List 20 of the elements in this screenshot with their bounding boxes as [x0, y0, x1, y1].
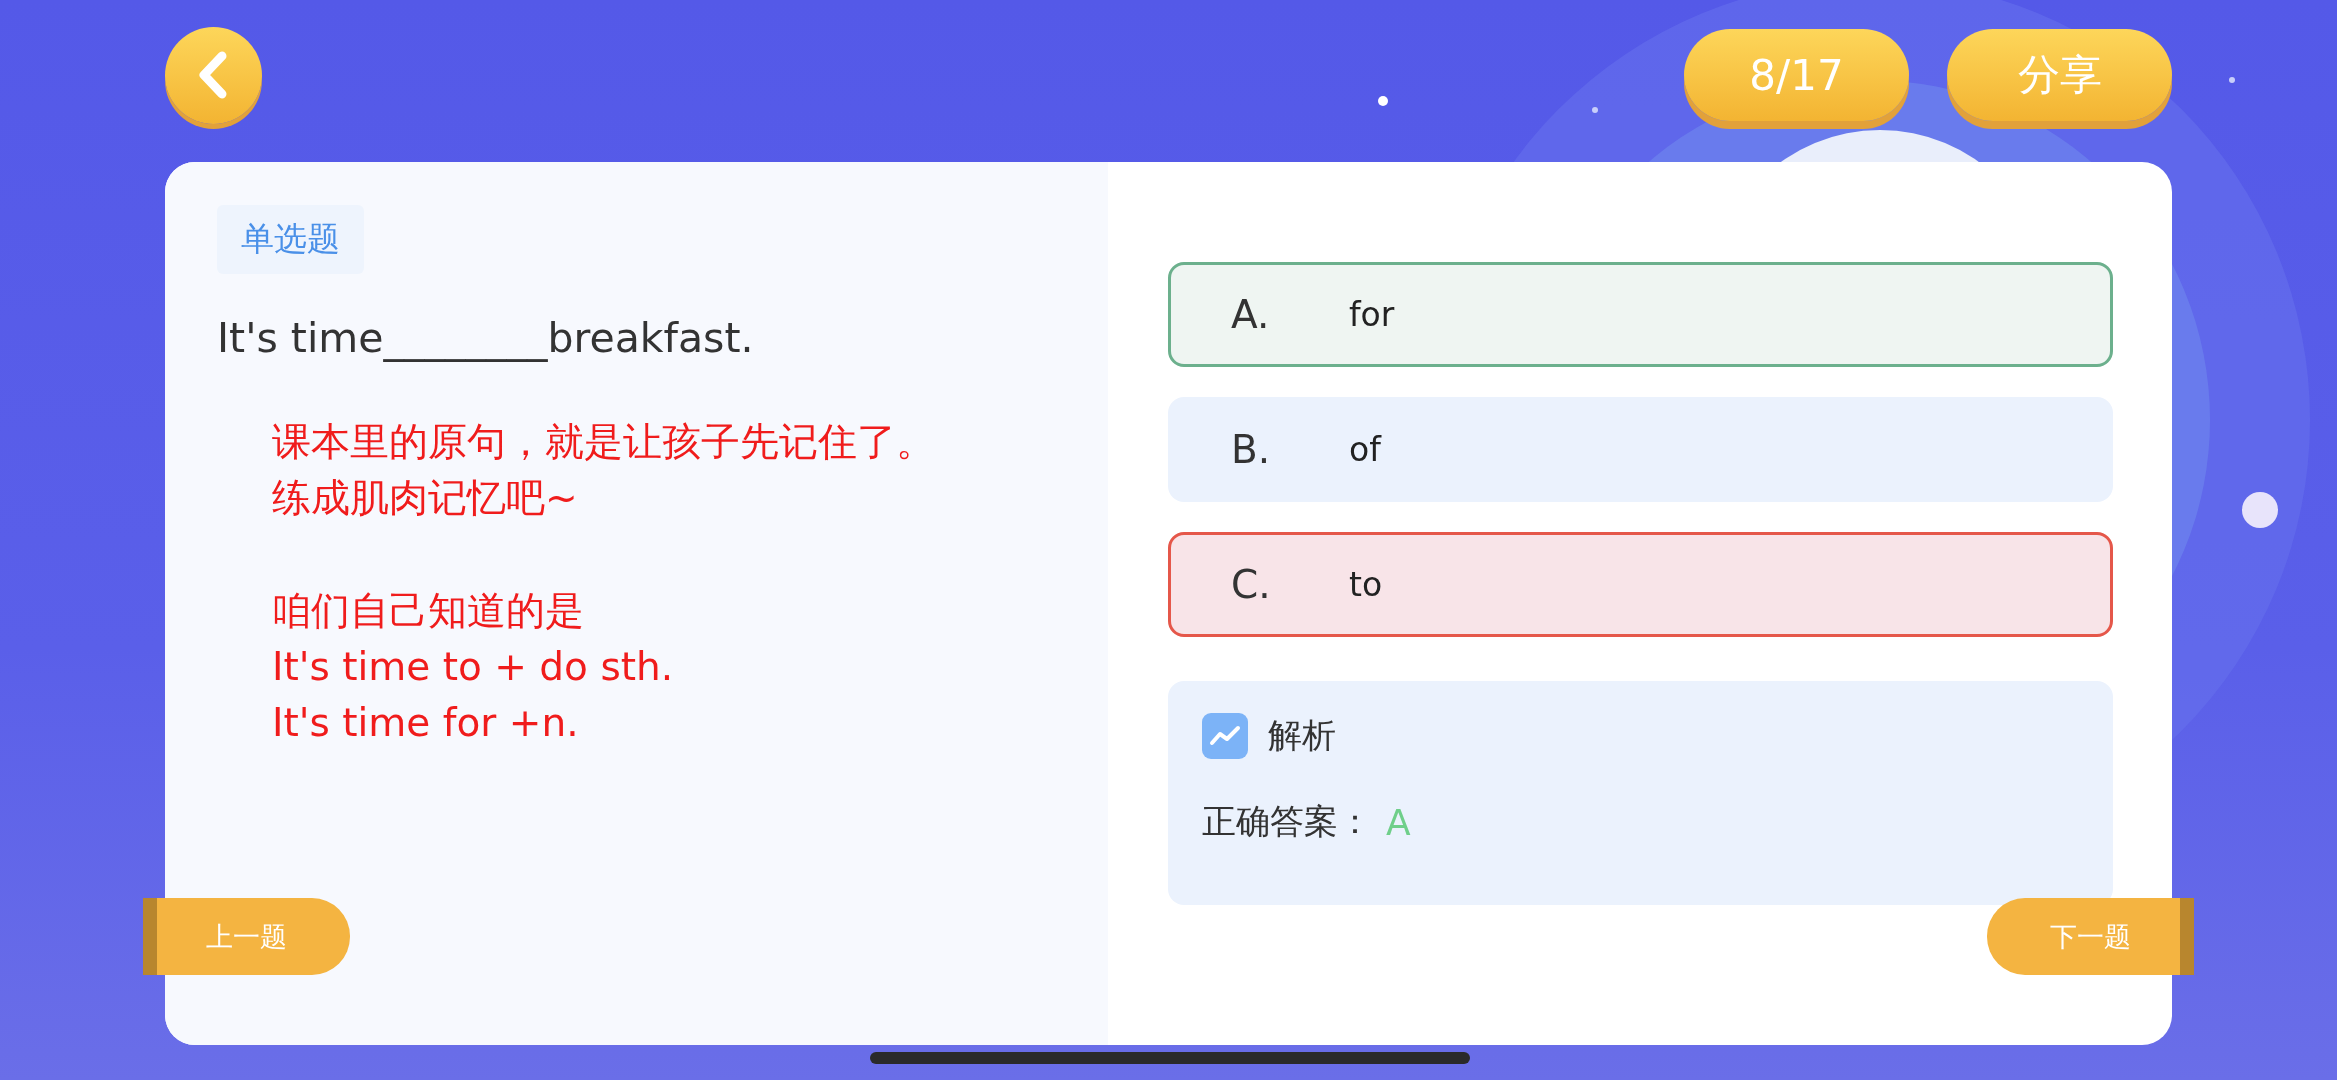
sparkle-dot — [1378, 96, 1388, 106]
question-text: It's time________breakfast. — [217, 314, 754, 362]
sparkle-dot — [2229, 77, 2235, 83]
next-button[interactable]: 下一题 — [1987, 898, 2194, 975]
chart-icon — [1202, 713, 1248, 759]
correct-answer: A — [1386, 801, 1411, 843]
previous-button[interactable]: 上一题 — [143, 898, 350, 975]
analysis-title: 解析 — [1268, 714, 1336, 757]
answer-label: 正确答案： — [1202, 800, 1372, 843]
orb-shape — [2242, 492, 2278, 528]
note-text: It's time to + do sth. — [272, 643, 675, 691]
answer-option[interactable]: B. of — [1168, 397, 2113, 502]
sparkle-dot — [1592, 107, 1598, 113]
answer-option[interactable]: C. to — [1168, 532, 2113, 637]
note-text: It's time for +n. — [272, 699, 580, 747]
note-text: 咱们自己知道的是 — [272, 587, 585, 635]
note-text: 课本里的原句，就是让孩子先记住了。 — [272, 418, 935, 466]
answer-option[interactable]: A. for — [1168, 262, 2113, 367]
note-text: 练成肌肉记忆吧~ — [272, 474, 579, 522]
question-type-tag: 单选题 — [217, 205, 364, 274]
